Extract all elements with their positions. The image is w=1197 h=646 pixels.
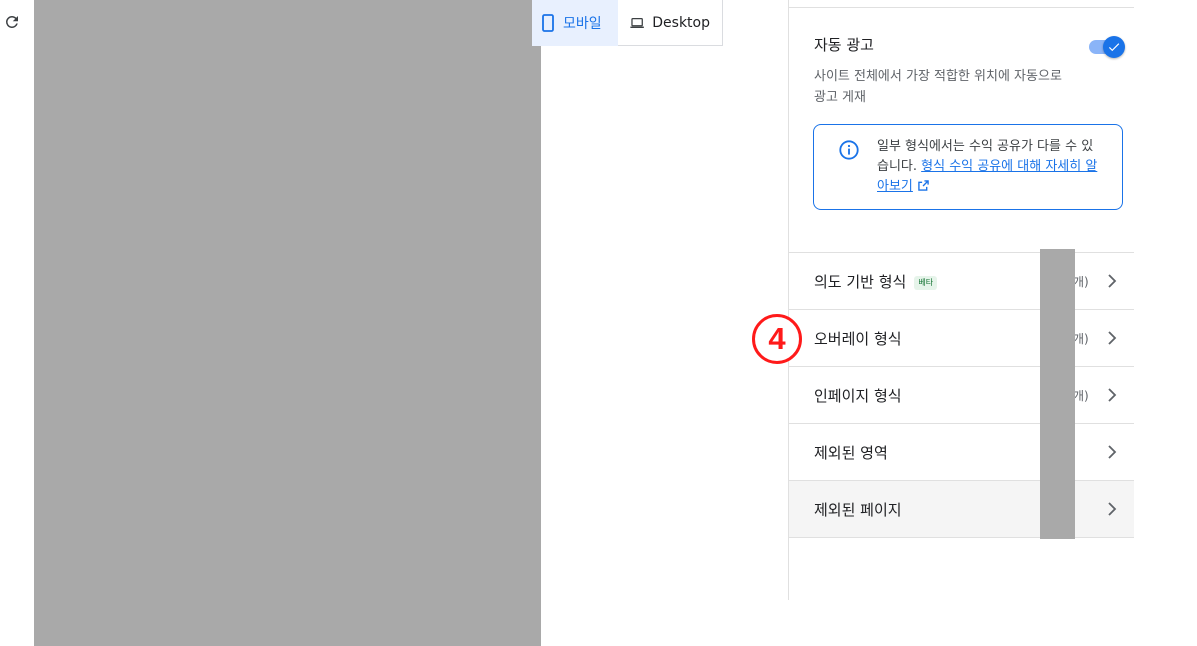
ad-settings-panel: 자동 광고 사이트 전체에서 가장 적합한 위치에 자동으로 광고 게재 일부 … [788,0,1134,600]
mobile-device-button[interactable]: 모바일 [532,0,618,46]
mobile-device-label: 모바일 [563,16,602,32]
row-intent-formats[interactable]: 의도 기반 형식 베타 개) [789,252,1134,309]
row-inpage-formats[interactable]: 인페이지 형식 개) [789,366,1134,423]
external-link-icon [918,178,929,198]
chevron-right-icon [1108,274,1117,288]
check-icon [1108,43,1120,52]
row-label: 의도 기반 형식 베타 [814,271,938,292]
row-overlay-formats[interactable]: 오버레이 형식 개) [789,309,1134,366]
step-number-marker: 4 [752,314,802,364]
preview-redaction [34,0,541,646]
desktop-device-button[interactable]: Desktop [618,0,723,46]
chevron-right-icon [1108,502,1117,516]
divider [789,7,1134,8]
row-count: 개) [1073,388,1089,403]
row-excluded-areas[interactable]: 제외된 영역 [789,423,1134,480]
auto-ads-toggle[interactable] [1089,36,1125,58]
info-text: 일부 형식에서는 수익 공유가 다를 수 있습니다. 형식 수익 공유에 대해 … [877,137,1102,198]
count-redaction [1040,249,1075,539]
info-box: 일부 형식에서는 수익 공유가 다를 수 있습니다. 형식 수익 공유에 대해 … [813,124,1123,210]
row-label: 오버레이 형식 [814,329,902,348]
info-icon [838,139,860,165]
desktop-device-label: Desktop [652,14,710,31]
row-count: 개) [1073,331,1089,346]
laptop-icon [630,17,644,28]
phone-icon [542,14,554,32]
chevron-right-icon [1108,388,1117,402]
row-label: 제외된 영역 [814,443,888,462]
refresh-icon[interactable] [2,12,22,32]
auto-ads-title: 자동 광고 [814,36,874,54]
toggle-knob [1103,36,1125,58]
chevron-right-icon [1108,331,1117,345]
row-excluded-pages[interactable]: 제외된 페이지 [789,480,1134,537]
beta-badge: 베타 [914,275,938,290]
row-count: 개) [1073,274,1089,289]
chevron-right-icon [1108,445,1117,459]
row-label: 제외된 페이지 [814,500,902,519]
divider [789,537,1134,538]
auto-ads-description: 사이트 전체에서 가장 적합한 위치에 자동으로 광고 게재 [814,69,1062,105]
row-label: 인페이지 형식 [814,386,902,405]
device-toggle: 모바일 Desktop [532,0,723,46]
